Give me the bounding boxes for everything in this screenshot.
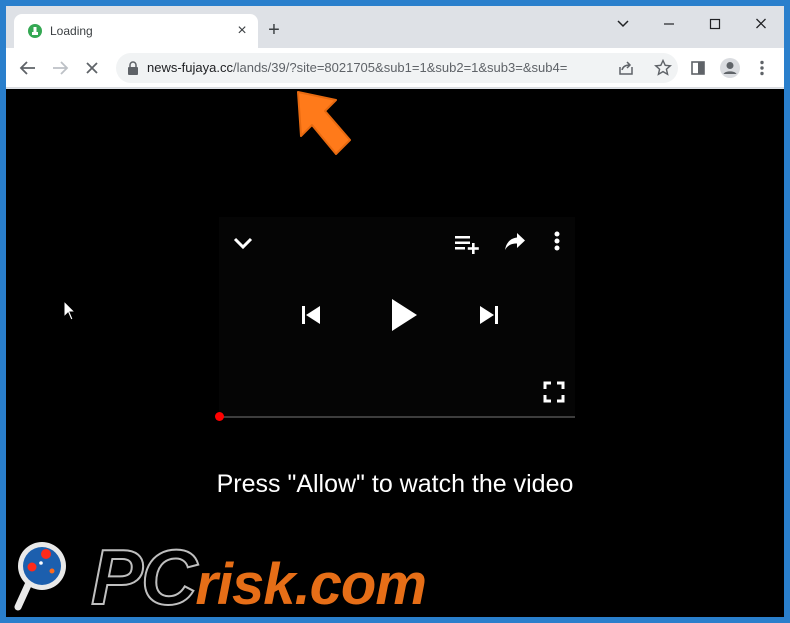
back-button[interactable] <box>14 54 42 82</box>
watermark-pc: PC <box>90 533 198 617</box>
url-host: news-fujaya.cc <box>147 60 233 75</box>
tab-loading[interactable]: Loading × <box>14 14 258 48</box>
new-tab-button[interactable]: + <box>262 19 286 43</box>
menu-button[interactable] <box>748 54 776 82</box>
add-to-queue-icon[interactable] <box>453 231 481 255</box>
play-icon[interactable] <box>389 297 419 333</box>
pcrisk-magnifier-logo-icon <box>14 542 66 611</box>
side-panel-icon <box>691 61 705 75</box>
fullscreen-icon[interactable] <box>543 381 565 403</box>
share-icon[interactable] <box>616 58 636 78</box>
allow-prompt-message: Press "Allow" to watch the video <box>216 470 574 498</box>
back-arrow-icon <box>19 61 35 75</box>
browser-window: Loading × + news-fujaya.cc/lands/39/?sit… <box>6 6 784 617</box>
pcrisk-watermark: PCrisk.com <box>90 536 427 617</box>
address-bar[interactable]: news-fujaya.cc/lands/39/?site=8021705&su… <box>116 53 678 83</box>
close-window-icon[interactable] <box>738 10 784 38</box>
profile-button[interactable] <box>716 54 744 82</box>
watermark-risk: risk.com <box>195 552 427 617</box>
share-arrow-icon[interactable] <box>503 229 527 253</box>
bookmark-star-icon[interactable] <box>653 58 673 78</box>
progress-scrubber-handle[interactable] <box>215 412 224 421</box>
forward-arrow-icon <box>53 61 69 75</box>
mouse-cursor-icon <box>63 300 77 321</box>
browser-toolbar: news-fujaya.cc/lands/39/?site=8021705&su… <box>6 48 784 88</box>
next-track-icon[interactable] <box>477 303 501 327</box>
orange-pointer-arrow-icon <box>297 91 351 155</box>
tab-title: Loading <box>50 24 93 38</box>
green-loading-favicon-icon <box>28 24 42 38</box>
avatar-icon <box>720 58 740 78</box>
lock-icon[interactable] <box>127 61 139 75</box>
side-panel-button[interactable] <box>684 54 712 82</box>
tab-search-dropdown-icon[interactable] <box>600 10 646 38</box>
stop-icon <box>86 62 98 74</box>
video-progress-bar[interactable] <box>219 416 575 418</box>
more-options-icon[interactable] <box>549 229 565 253</box>
browser-window-frame: Loading × + news-fujaya.cc/lands/39/?sit… <box>0 0 790 623</box>
kebab-menu-icon <box>760 60 764 76</box>
fake-video-player[interactable] <box>219 217 575 417</box>
url-text[interactable]: news-fujaya.cc/lands/39/?site=8021705&su… <box>147 60 609 76</box>
minimize-icon[interactable] <box>646 10 692 38</box>
url-path: /lands/39/?site=8021705&sub1=1&sub2=1&su… <box>232 60 568 75</box>
chevron-down-icon[interactable] <box>231 231 255 255</box>
page-content: Press "Allow" to watch the video PCrisk.… <box>6 89 784 617</box>
forward-button[interactable] <box>46 54 74 82</box>
tab-close-icon[interactable]: × <box>233 22 251 40</box>
stop-loading-button[interactable] <box>78 54 106 82</box>
previous-track-icon[interactable] <box>299 303 323 327</box>
tab-strip: Loading × + <box>6 6 784 48</box>
maximize-icon[interactable] <box>692 10 738 38</box>
